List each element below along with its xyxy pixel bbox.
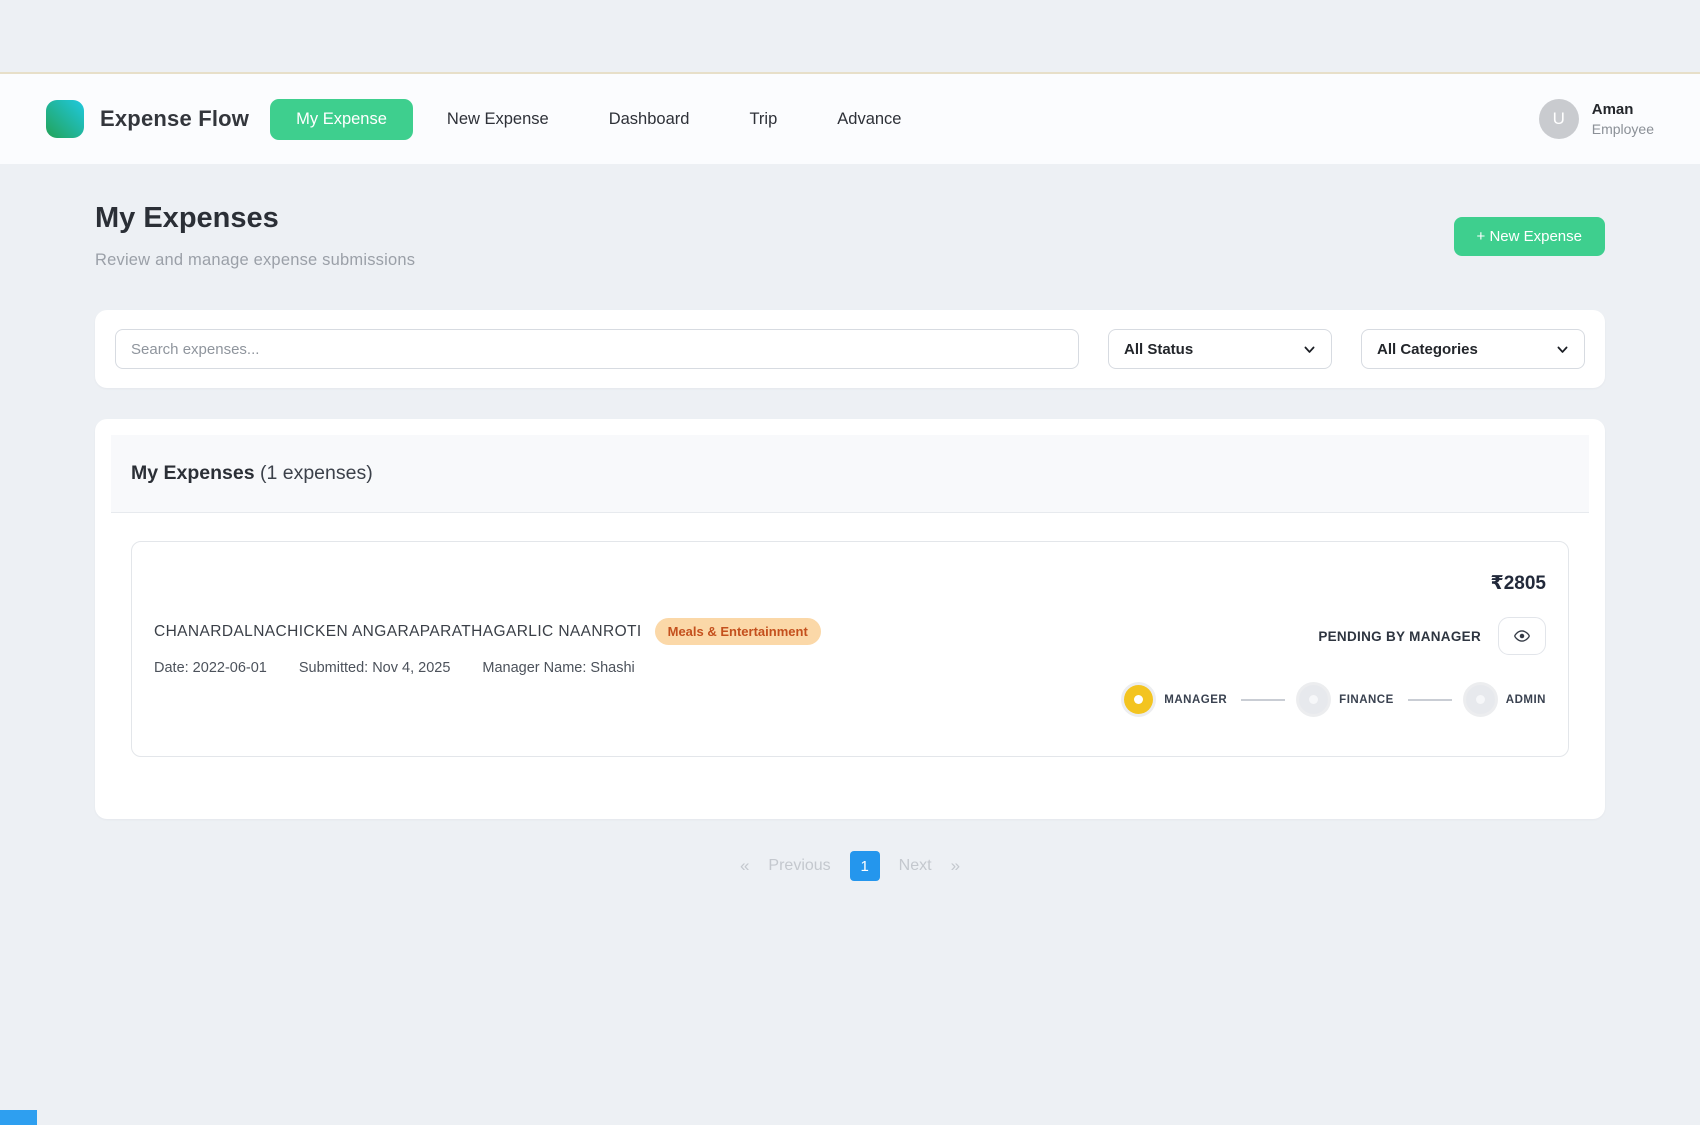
nav-item-trip[interactable]: Trip [723, 99, 803, 140]
approval-step-finance: FINANCE [1299, 685, 1394, 714]
expense-name: CHANARDALNACHICKEN ANGARAPARATHAGARLIC N… [154, 623, 642, 641]
app-logo-icon [46, 100, 84, 138]
expense-manager: Manager Name: Shashi [482, 660, 634, 676]
step-connector [1408, 699, 1452, 701]
user-meta: Aman Employee [1592, 101, 1654, 137]
first-page-arrow[interactable]: « [740, 856, 749, 876]
page-title: My Expenses [95, 202, 415, 235]
category-badge: Meals & Entertainment [655, 618, 821, 645]
approval-step-manager: MANAGER [1124, 685, 1227, 714]
step-connector [1241, 699, 1285, 701]
expenses-card-title: My Expenses [131, 462, 255, 484]
current-page[interactable]: 1 [850, 851, 880, 881]
category-select-value: All Categories [1377, 341, 1478, 358]
app-header: Expense Flow My Expense New Expense Dash… [0, 72, 1700, 164]
status-badge: PENDING BY MANAGER [1318, 629, 1481, 644]
brand-name: Expense Flow [100, 106, 249, 132]
bottom-left-blue-strip [0, 1110, 37, 1125]
expense-row: CHANARDALNACHICKEN ANGARAPARATHAGARLIC N… [131, 541, 1569, 757]
previous-page-link[interactable]: Previous [768, 857, 830, 875]
expenses-card-header: My Expenses (1 expenses) [111, 435, 1589, 513]
nav-item-my-expense[interactable]: My Expense [270, 99, 413, 140]
chevron-down-icon [1556, 343, 1569, 356]
approval-steps: MANAGER FINANCE ADMIN [1124, 685, 1546, 714]
nav-item-advance[interactable]: Advance [811, 99, 927, 140]
filter-bar: All Status All Categories [95, 310, 1605, 388]
pagination: « Previous 1 Next » [95, 851, 1605, 881]
last-page-arrow[interactable]: » [951, 856, 960, 876]
main-nav: My Expense New Expense Dashboard Trip Ad… [270, 99, 927, 140]
expense-details: CHANARDALNACHICKEN ANGARAPARATHAGARLIC N… [154, 564, 821, 730]
view-expense-button[interactable] [1498, 617, 1546, 655]
page-subtitle: Review and manage expense submissions [95, 251, 415, 270]
nav-item-new-expense[interactable]: New Expense [421, 99, 575, 140]
category-select[interactable]: All Categories [1361, 329, 1585, 369]
eye-icon [1513, 627, 1531, 645]
step-dot-active-icon [1124, 685, 1153, 714]
avatar: U [1539, 99, 1579, 139]
step-label: ADMIN [1506, 694, 1546, 706]
step-dot-pending-icon [1466, 685, 1495, 714]
main-content: My Expenses Review and manage expense su… [95, 164, 1605, 881]
expense-submitted: Submitted: Nov 4, 2025 [299, 660, 451, 676]
status-row: PENDING BY MANAGER [1318, 617, 1546, 655]
expense-amount: ₹2805 [1491, 572, 1547, 595]
expenses-count: (1 expenses) [260, 462, 373, 484]
chevron-down-icon [1303, 343, 1316, 356]
expense-title-row: CHANARDALNACHICKEN ANGARAPARATHAGARLIC N… [154, 618, 821, 645]
new-expense-button[interactable]: + New Expense [1454, 217, 1605, 256]
status-select-value: All Status [1124, 341, 1193, 358]
user-name: Aman [1592, 101, 1654, 118]
expense-date: Date: 2022-06-01 [154, 660, 267, 676]
top-strip [0, 0, 1700, 72]
step-label: FINANCE [1339, 694, 1394, 706]
title-row: My Expenses Review and manage expense su… [95, 202, 1605, 270]
step-dot-pending-icon [1299, 685, 1328, 714]
title-block: My Expenses Review and manage expense su… [95, 202, 415, 270]
user-role: Employee [1592, 121, 1654, 137]
next-page-link[interactable]: Next [899, 857, 932, 875]
nav-item-dashboard[interactable]: Dashboard [583, 99, 716, 140]
brand[interactable]: Expense Flow [46, 100, 249, 138]
expenses-card: My Expenses (1 expenses) CHANARDALNACHIC… [95, 419, 1605, 819]
status-select[interactable]: All Status [1108, 329, 1332, 369]
user-menu[interactable]: U Aman Employee [1539, 99, 1654, 139]
expense-meta: Date: 2022-06-01 Submitted: Nov 4, 2025 … [154, 660, 821, 676]
search-input[interactable] [115, 329, 1079, 369]
expense-status-block: ₹2805 PENDING BY MANAGER MANAGER [1124, 564, 1546, 730]
approval-step-admin: ADMIN [1466, 685, 1546, 714]
step-label: MANAGER [1164, 694, 1227, 706]
